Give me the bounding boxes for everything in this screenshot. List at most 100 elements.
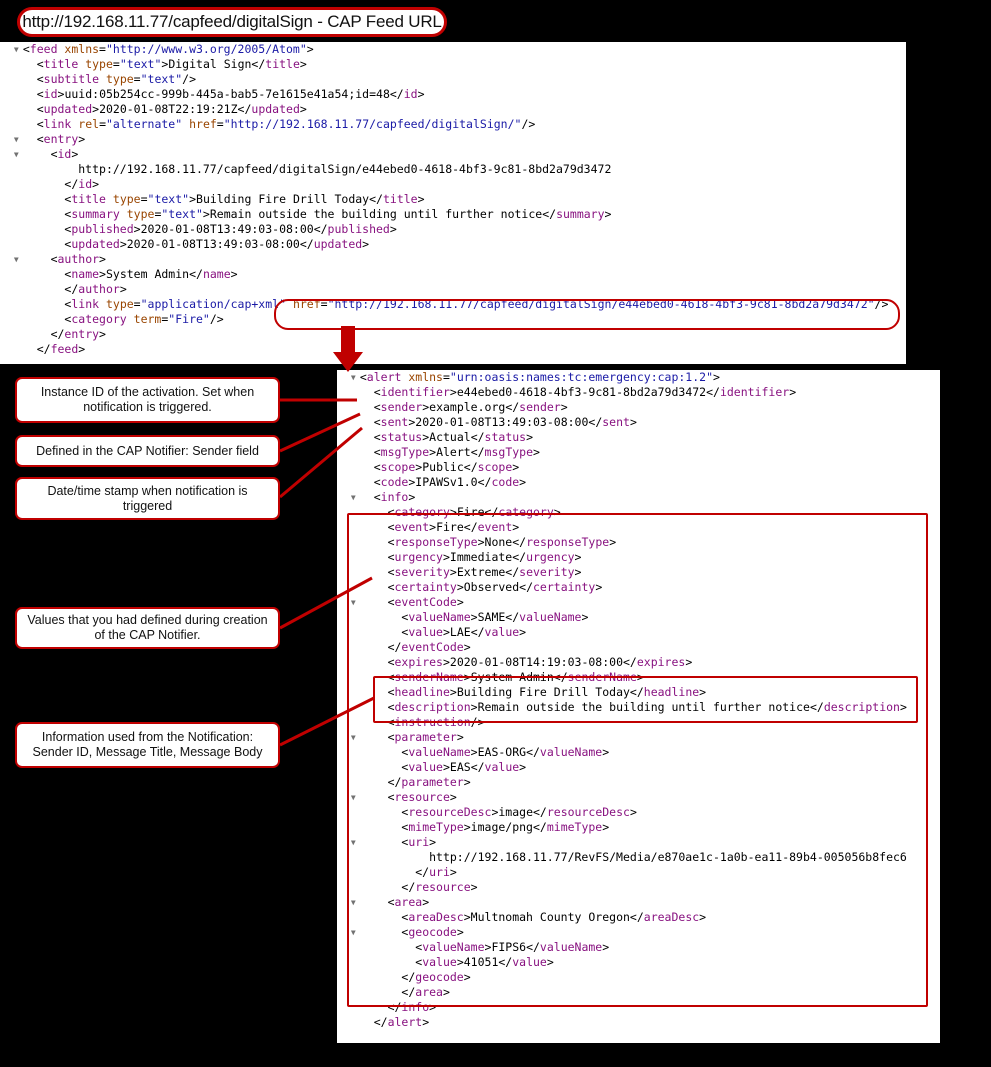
xml-token: area (394, 895, 423, 909)
atom-feed-xml-panel[interactable]: ▼ <feed xmlns="http://www.w3.org/2005/Ato… (0, 42, 906, 364)
xml-token: code (380, 475, 409, 489)
xml-token: > (202, 207, 210, 221)
xml-token: resourceDesc (408, 805, 492, 819)
xml-token: > (449, 565, 457, 579)
xml-token: > (442, 655, 450, 669)
xml-token: > (519, 475, 527, 489)
xml-token: "text" (147, 192, 190, 206)
collapse-triangle-icon[interactable]: ▼ (14, 42, 23, 57)
xml-token: < (387, 670, 395, 684)
xml-token: > (449, 865, 457, 879)
xml-token: > (699, 685, 707, 699)
xml-token: </ (706, 385, 720, 399)
xml-token: parameter (394, 730, 457, 744)
collapse-triangle-icon[interactable]: ▼ (351, 925, 360, 940)
xml-token: image/png (470, 820, 533, 834)
xml-token: name (71, 267, 100, 281)
callout-info-text: Information used from the Notification: … (32, 730, 263, 759)
collapse-triangle-icon[interactable]: ▼ (14, 147, 23, 162)
xml-token: "Fire" (168, 312, 210, 326)
xml-token: < (36, 57, 44, 71)
xml-token: < (22, 42, 30, 56)
collapse-triangle-icon[interactable]: ▼ (14, 132, 23, 147)
xml-line: ▼ <value>EAS</value> (337, 760, 940, 775)
xml-line: ▼ <identifier>e44ebed0-4618-4bf3-9c81-8b… (337, 385, 940, 400)
collapse-triangle-icon[interactable]: ▼ (351, 490, 360, 505)
xml-token: < (387, 700, 395, 714)
xml-token: image (498, 805, 533, 819)
xml-token: responseType (526, 535, 610, 549)
xml-token: Fire (456, 505, 485, 519)
xml-token: < (387, 505, 395, 519)
xml-token: System Admin (470, 670, 554, 684)
xml-line: ▼ <sender>example.org</sender> (337, 400, 940, 415)
xml-token: </ (299, 237, 314, 251)
xml-token: </ (415, 865, 430, 879)
collapse-triangle-icon[interactable]: ▼ (351, 730, 360, 745)
xml-line: ▼ <resource> (337, 790, 940, 805)
collapse-triangle-icon[interactable]: ▼ (14, 252, 23, 267)
cap-alert-xml-panel[interactable]: ▼ <alert xmlns="urn:oasis:names:tc:emerge… (337, 370, 940, 1043)
xml-token: </ (553, 670, 568, 684)
xml-token: Building Fire Drill Today (456, 685, 630, 699)
xml-token: </ (512, 550, 527, 564)
callout-identifier-text: Instance ID of the activation. Set when … (40, 385, 255, 414)
xml-token: </ (526, 745, 540, 759)
collapse-triangle-icon[interactable]: ▼ (351, 895, 360, 910)
collapse-triangle-icon[interactable]: ▼ (351, 835, 360, 850)
xml-token: href (182, 117, 217, 131)
xml-token: < (36, 132, 44, 146)
xml-token: < (387, 535, 395, 549)
xml-token: > (133, 222, 141, 236)
xml-token: None (484, 535, 513, 549)
down-arrow-icon (333, 326, 363, 372)
xml-token: 2020-01-08T14:19:03-08:00 (449, 655, 623, 669)
xml-token: certainty (394, 580, 457, 594)
xml-token: > (560, 400, 568, 414)
collapse-triangle-icon[interactable]: ▼ (351, 790, 360, 805)
xml-token: areaDesc (408, 910, 464, 924)
xml-line: ▼ <alert xmlns="urn:oasis:names:tc:emerge… (337, 370, 940, 385)
xml-token: </ (629, 685, 644, 699)
annotated-cap-feed-diagram: http://192.168.11.77/capfeed/digitalSign… (0, 0, 991, 1067)
xml-token: feed (29, 42, 58, 56)
xml-token: </ (401, 985, 416, 999)
xml-token: entry (64, 327, 100, 341)
xml-token: </ (470, 445, 485, 459)
xml-token: > (685, 655, 693, 669)
xml-token: </ (629, 910, 644, 924)
xml-line: ▼ </area> (337, 985, 940, 1000)
xml-token: </ (533, 805, 547, 819)
xml-token: > (636, 670, 644, 684)
cap-feed-url-label: http://192.168.11.77/capfeed/digitalSign… (17, 7, 447, 37)
xml-token: > (604, 207, 612, 221)
xml-token: xmlns (401, 370, 443, 384)
xml-token: </ (387, 640, 402, 654)
xml-token: < (387, 895, 395, 909)
xml-token: < (373, 460, 381, 474)
xml-token: Immediate (449, 550, 513, 564)
xml-token: </ (505, 610, 520, 624)
xml-token: summary (71, 207, 120, 221)
collapse-triangle-icon[interactable]: ▼ (351, 370, 360, 385)
xml-line: ▼ <name>System Admin</name> (0, 267, 906, 282)
xml-token: > (429, 835, 437, 849)
xml-token: /> (874, 297, 889, 311)
xml-token: = (112, 57, 120, 71)
xml-token: < (387, 580, 395, 594)
xml-line: ▼ <id>uuid:05b254cc-999b-445a-bab5-7e161… (0, 87, 906, 102)
xml-line: ▼ <geocode> (337, 925, 940, 940)
xml-token: > (470, 700, 478, 714)
xml-token: < (373, 400, 381, 414)
xml-token: System Admin (105, 267, 190, 281)
xml-token: code (491, 475, 520, 489)
xml-line: ▼ <responseType>None</responseType> (337, 535, 940, 550)
xml-line: ▼ <urgency>Immediate</urgency> (337, 550, 940, 565)
xml-token: entry (43, 132, 79, 146)
callout-values-text: Values that you had defined during creat… (27, 613, 268, 642)
xml-token: < (373, 430, 381, 444)
xml-token: 41051 (463, 955, 499, 969)
xml-token: type (105, 192, 141, 206)
xml-token: identifier (719, 385, 790, 399)
collapse-triangle-icon[interactable]: ▼ (351, 595, 360, 610)
